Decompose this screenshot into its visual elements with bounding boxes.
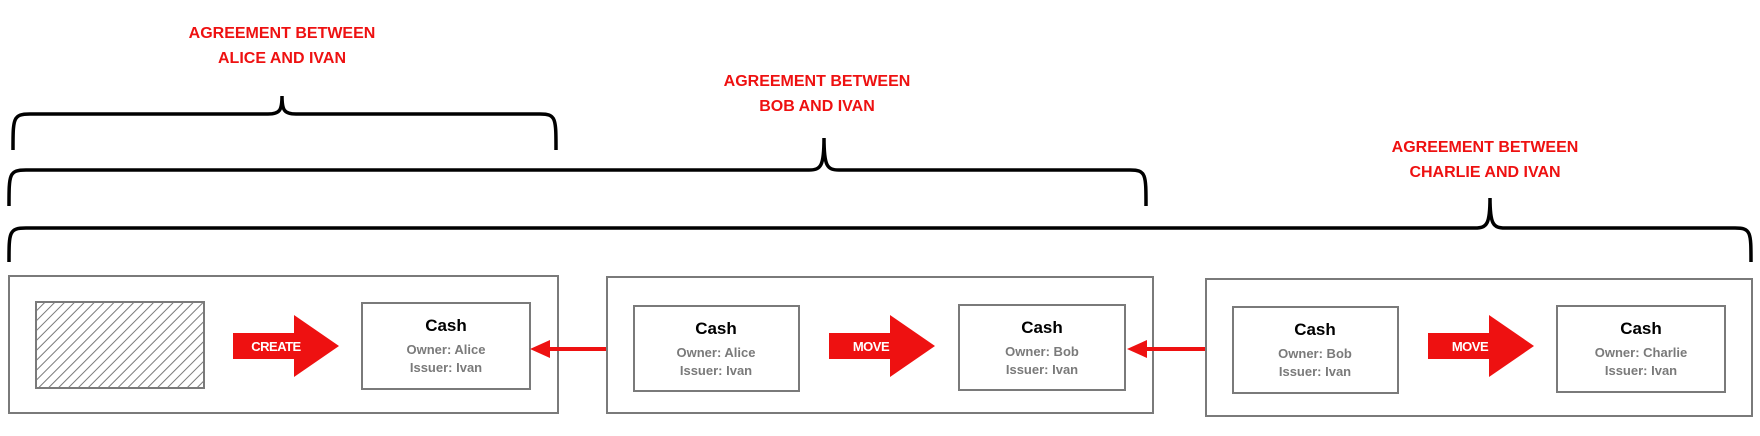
empty-input-state bbox=[35, 301, 205, 389]
state-title: Cash bbox=[1620, 319, 1662, 338]
state-owner: Owner: Alice bbox=[677, 345, 756, 360]
brace-charlie-ivan bbox=[7, 197, 1753, 263]
state-issuer: Issuer: Ivan bbox=[1279, 364, 1351, 379]
output-state-card: Cash Owner: Alice Issuer: Ivan bbox=[361, 302, 531, 390]
transaction-chain-diagram: AGREEMENT BETWEEN ALICE AND IVAN AGREEME… bbox=[7, 25, 1753, 417]
agreement-label-line2: CHARLIE AND IVAN bbox=[1409, 164, 1560, 181]
command-label: MOVE bbox=[1452, 339, 1489, 354]
state-owner: Owner: Charlie bbox=[1595, 345, 1687, 360]
state-title: Cash bbox=[1021, 318, 1063, 337]
state-issuer: Issuer: Ivan bbox=[1605, 363, 1677, 378]
input-state-card: Cash Owner: Bob Issuer: Ivan bbox=[1232, 306, 1399, 394]
state-owner: Owner: Bob bbox=[1005, 344, 1079, 359]
agreement-label-line2: BOB AND IVAN bbox=[759, 98, 875, 115]
brace-bob-ivan bbox=[7, 137, 1148, 207]
agreement-label-bob-ivan: AGREEMENT BETWEEN BOB AND IVAN bbox=[724, 73, 911, 115]
transaction-move-alice-bob: Cash Owner: Alice Issuer: Ivan MOVE Cash… bbox=[606, 276, 1154, 414]
state-title: Cash bbox=[1294, 320, 1336, 339]
agreement-label-line1: AGREEMENT BETWEEN bbox=[724, 73, 911, 90]
command-label: MOVE bbox=[853, 339, 890, 354]
input-state-card: Cash Owner: Alice Issuer: Ivan bbox=[633, 305, 800, 392]
state-title: Cash bbox=[695, 319, 737, 338]
agreement-label-line1: AGREEMENT BETWEEN bbox=[189, 25, 376, 42]
command-label: CREATE bbox=[251, 339, 301, 354]
agreement-label-line1: AGREEMENT BETWEEN bbox=[1392, 139, 1579, 156]
transaction-create: CREATE Cash Owner: Alice Issuer: Ivan bbox=[8, 275, 559, 414]
state-owner: Owner: Bob bbox=[1278, 346, 1352, 361]
state-issuer: Issuer: Ivan bbox=[410, 360, 482, 375]
transaction-move-bob-charlie: Cash Owner: Bob Issuer: Ivan MOVE Cash O… bbox=[1205, 278, 1753, 417]
agreement-label-alice-ivan: AGREEMENT BETWEEN ALICE AND IVAN bbox=[189, 25, 376, 67]
output-state-card: Cash Owner: Bob Issuer: Ivan bbox=[958, 304, 1126, 391]
state-issuer: Issuer: Ivan bbox=[1006, 362, 1078, 377]
agreement-label-charlie-ivan: AGREEMENT BETWEEN CHARLIE AND IVAN bbox=[1392, 139, 1579, 181]
brace-alice-ivan bbox=[11, 95, 558, 151]
output-state-card: Cash Owner: Charlie Issuer: Ivan bbox=[1556, 305, 1726, 393]
state-owner: Owner: Alice bbox=[407, 342, 486, 357]
agreement-label-line2: ALICE AND IVAN bbox=[218, 50, 346, 67]
state-title: Cash bbox=[425, 316, 467, 335]
state-issuer: Issuer: Ivan bbox=[680, 363, 752, 378]
